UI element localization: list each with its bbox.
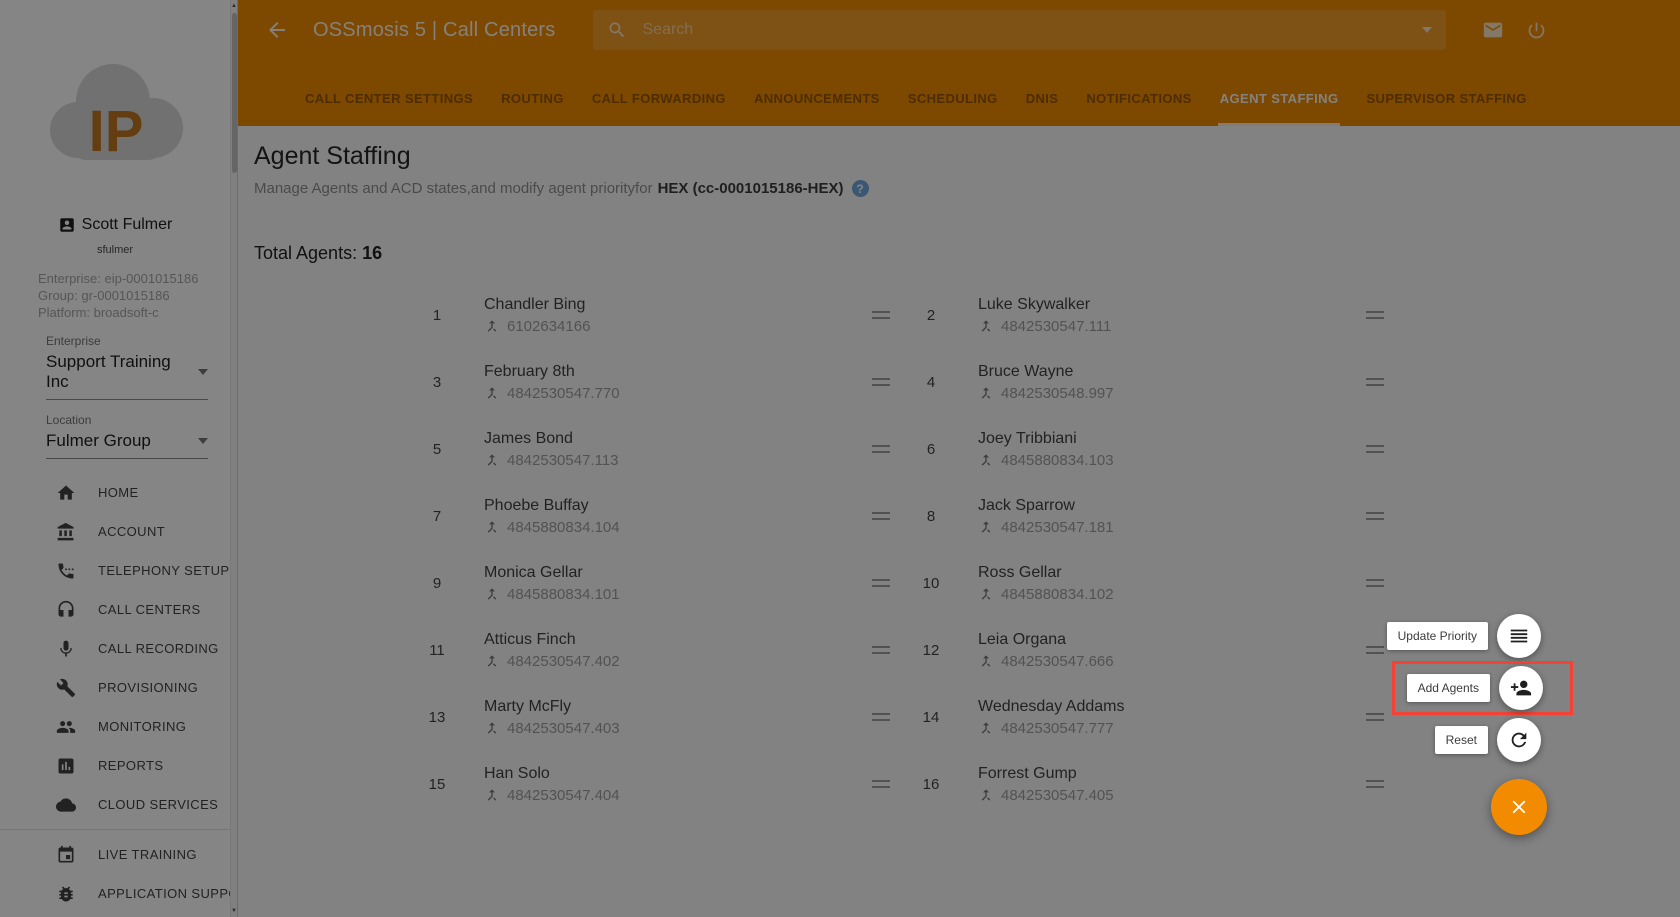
person-add-icon <box>1510 680 1532 696</box>
reset-label: Reset <box>1434 726 1488 754</box>
fab-close-button[interactable] <box>1491 779 1547 835</box>
add-agents-label: Add Agents <box>1406 674 1490 702</box>
reorder-icon <box>1510 629 1528 643</box>
fab-action-update-priority: Update Priority <box>1386 614 1541 658</box>
fab-action-add-agents: Add Agents <box>1391 661 1573 715</box>
add-agents-button[interactable] <box>1499 666 1543 710</box>
refresh-icon <box>1511 732 1527 748</box>
app-root: IP Scott Fulmer sfulmer Enterprise: eip-… <box>0 0 1680 917</box>
close-icon <box>1512 800 1526 814</box>
update-priority-label: Update Priority <box>1386 622 1488 650</box>
dim-overlay <box>0 0 1680 917</box>
reset-button[interactable] <box>1497 718 1541 762</box>
update-priority-button[interactable] <box>1497 614 1541 658</box>
fab-action-reset: Reset <box>1434 718 1541 762</box>
